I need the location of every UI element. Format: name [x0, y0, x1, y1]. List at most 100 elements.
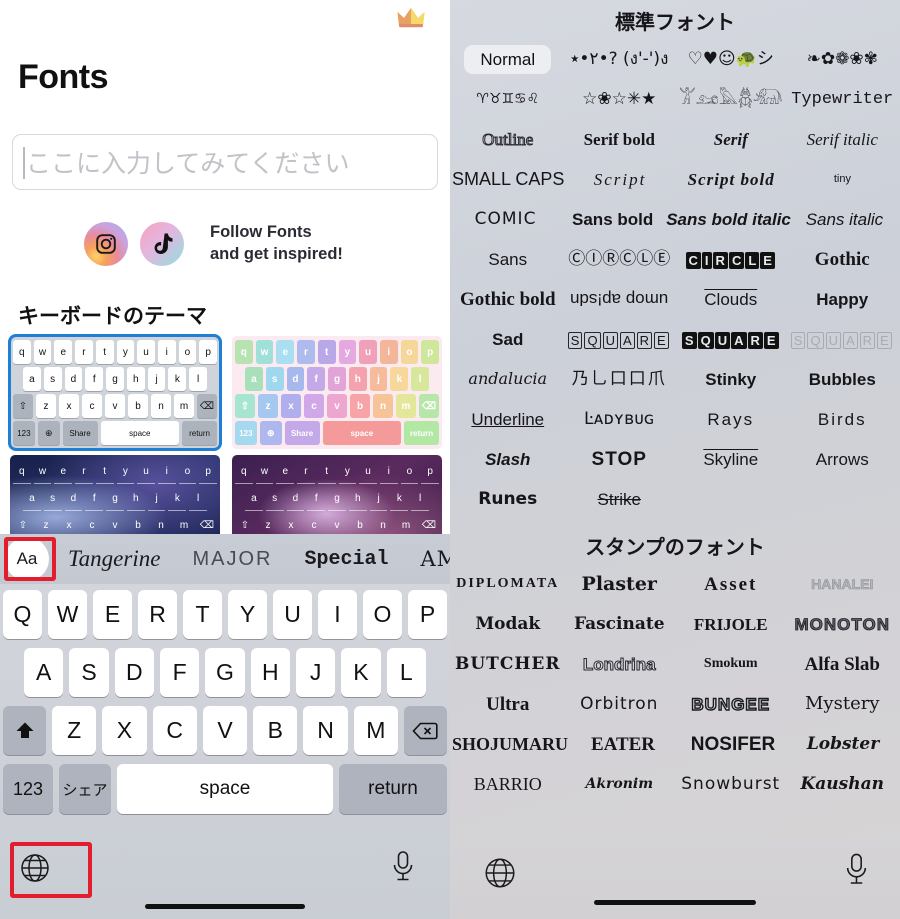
font-option-sad[interactable]: Sad — [452, 331, 564, 348]
font-option-akronim[interactable]: Akronim — [564, 777, 676, 791]
key-w[interactable]: W — [48, 590, 87, 639]
key-numbers[interactable]: 123 — [3, 764, 53, 814]
key-r[interactable]: R — [138, 590, 177, 639]
font-option-sans[interactable]: Sans — [452, 251, 564, 268]
font-option-serif-italic[interactable]: Serif italic — [787, 131, 899, 148]
font-option-sans-bold-italic[interactable]: Sans bold italic — [666, 211, 791, 228]
font-option-special[interactable]: Special — [288, 548, 404, 571]
font-option-upside-down[interactable]: umop ap!sdn — [564, 290, 676, 309]
key-s[interactable]: S — [69, 648, 109, 697]
key-t[interactable]: T — [183, 590, 222, 639]
aa-font-button[interactable]: Aa — [2, 537, 52, 581]
font-option-stop[interactable]: STOP — [564, 450, 676, 469]
font-option-square-faint[interactable]: SQUARE — [787, 331, 899, 349]
font-option-square-filled[interactable]: SQUARE — [675, 331, 787, 349]
key-n[interactable]: N — [303, 706, 348, 755]
key-a[interactable]: A — [24, 648, 64, 697]
font-option-strike[interactable]: Strike — [564, 491, 676, 508]
key-q[interactable]: Q — [3, 590, 42, 639]
font-option-circle-filled[interactable]: CIRCLE — [675, 251, 787, 269]
font-option-script-bold[interactable]: Script bold — [676, 171, 787, 188]
key-e[interactable]: E — [93, 590, 132, 639]
font-option-fascinate[interactable]: Fascinate — [564, 615, 676, 633]
font-option-bubbles[interactable]: Bubbles — [787, 371, 899, 388]
font-option-orbitron[interactable]: Orbitron — [564, 695, 676, 713]
font-option-hearts[interactable]: ♡♥☺🐢シ — [675, 50, 787, 68]
key-k[interactable]: K — [341, 648, 381, 697]
key-g[interactable]: G — [205, 648, 245, 697]
font-option-happy[interactable]: Happy — [787, 291, 899, 308]
font-option-underline[interactable]: Underline — [452, 411, 564, 428]
tiktok-icon[interactable] — [140, 222, 184, 266]
font-option-serif-bold[interactable]: Serif bold — [564, 131, 676, 148]
font-option-skyline[interactable]: Skyline — [675, 451, 787, 468]
font-option-snowburst[interactable]: Snowburst — [675, 775, 787, 793]
font-option-mystery[interactable]: Mystery — [787, 695, 899, 713]
key-d[interactable]: D — [114, 648, 154, 697]
font-option-ladybug[interactable]: Ŀᴀᴅʏʙᴜɢ — [564, 410, 676, 428]
font-option-asian-style[interactable]: 乃乚口口爪 — [564, 370, 676, 388]
font-option-normal[interactable]: Normal — [452, 44, 564, 74]
backspace-icon[interactable] — [403, 706, 447, 755]
key-return[interactable]: return — [339, 764, 447, 814]
instagram-icon[interactable] — [84, 222, 128, 266]
font-option-butcher[interactable]: BUTCHER — [452, 655, 564, 673]
key-y[interactable]: Y — [228, 590, 267, 639]
font-option-hanalei[interactable]: HANALEI — [787, 577, 899, 592]
font-option-birds[interactable]: Birds — [787, 411, 899, 428]
key-v[interactable]: V — [202, 706, 248, 755]
font-option-ultra[interactable]: Ultra — [452, 695, 564, 714]
font-option-arrows[interactable]: Arrows — [787, 451, 899, 468]
key-i[interactable]: I — [318, 590, 357, 639]
font-option-londrina[interactable]: Londrina — [564, 655, 676, 673]
font-option-andalucia[interactable]: andalucia — [452, 371, 564, 387]
font-option-alfa-slab[interactable]: Alfa Slab — [787, 655, 899, 674]
key-u[interactable]: U — [273, 590, 312, 639]
font-option-nosifer[interactable]: NOSIFER — [678, 735, 788, 754]
font-option-diplomata[interactable]: DIPLOMATA — [452, 577, 564, 591]
font-option-stinky[interactable]: Stinky — [675, 371, 787, 388]
font-option-gothic[interactable]: Gothic — [787, 250, 899, 269]
globe-icon[interactable] — [482, 855, 518, 896]
font-option-shojumaru[interactable]: SHOJUMARU — [452, 735, 568, 753]
text-input-field[interactable]: ここに入力してみてください — [12, 134, 438, 190]
font-option-smokum[interactable]: Smokum — [675, 657, 787, 671]
font-selector-strip[interactable]: Aa Tangerine MAJOR Special AMATI — [0, 534, 450, 584]
key-c[interactable]: C — [152, 706, 197, 755]
key-p[interactable]: P — [408, 590, 447, 639]
font-option-gothic-bold[interactable]: Gothic bold — [452, 290, 564, 309]
font-option-flourish[interactable]: ❧✿❁❀✾ — [787, 50, 899, 68]
globe-icon[interactable] — [18, 851, 52, 890]
key-x[interactable]: X — [102, 706, 147, 755]
key-share[interactable]: シェア — [59, 764, 111, 814]
font-option-asset[interactable]: Asset — [675, 575, 787, 594]
key-z[interactable]: Z — [52, 706, 97, 755]
key-j[interactable]: J — [295, 648, 336, 697]
shift-icon[interactable] — [3, 706, 47, 755]
key-f[interactable]: F — [160, 648, 200, 697]
font-option-comic[interactable]: COMIC — [452, 210, 559, 228]
font-option-plaster[interactable]: Plaster — [564, 574, 676, 594]
microphone-icon[interactable] — [843, 851, 870, 892]
font-option-amatic[interactable]: AMATI — [404, 547, 450, 571]
theme-thumb-pastel[interactable]: qwertyuiop asdfghjkl ⇧ z x c v b n m ⌫ 123 ⊕ Share… — [232, 336, 442, 449]
font-option-outline[interactable]: Outline — [452, 130, 564, 148]
key-h[interactable]: H — [250, 648, 290, 697]
font-option-runes[interactable]: Runes — [452, 490, 564, 508]
theme-thumb-light[interactable]: qwertyuiop asdfghjkl ⇧ z x c v b n m ⌫ 123 ⊕ Share… — [8, 334, 222, 451]
font-option-sans-bold[interactable]: Sans bold — [559, 211, 666, 228]
font-option-hieroglyph[interactable]: 𓀠𓃭𓅓𓆣𓃰 — [675, 90, 787, 108]
font-option-frijole[interactable]: FRIJOLE — [675, 616, 787, 633]
font-option-modak[interactable]: Modak — [452, 615, 564, 633]
key-l[interactable]: L — [386, 648, 426, 697]
key-o[interactable]: O — [363, 590, 402, 639]
font-option-eater[interactable]: EATER — [568, 735, 678, 754]
font-option-major[interactable]: MAJOR — [176, 548, 288, 571]
font-option-bungee[interactable]: BUNGEE — [675, 695, 787, 713]
font-option-lobster[interactable]: Lobster — [788, 735, 898, 753]
font-option-clouds[interactable]: Clouds — [675, 291, 787, 308]
key-space[interactable]: space — [117, 764, 333, 814]
font-option-slash[interactable]: Slash — [452, 451, 564, 468]
key-b[interactable]: B — [253, 706, 298, 755]
microphone-icon[interactable] — [390, 849, 416, 888]
